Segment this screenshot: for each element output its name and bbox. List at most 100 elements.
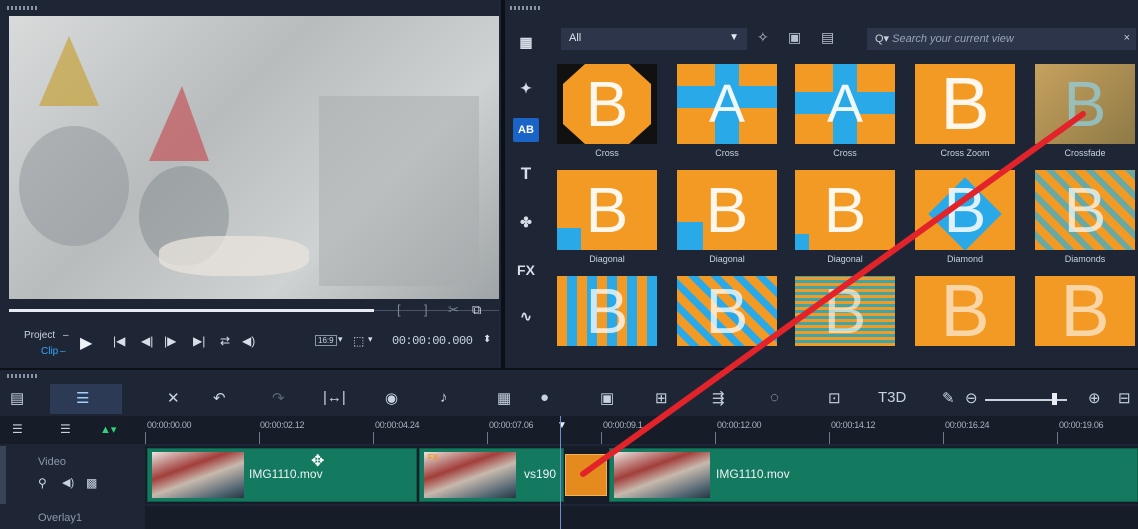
split-clip-icon[interactable]: ✂ [448,302,459,318]
transition-label: Diamonds [1064,254,1106,264]
zoom-out-icon[interactable]: ⊖ [965,389,978,407]
timecode-display[interactable]: 00:00:00.000 [392,334,473,348]
pan-zoom-icon[interactable]: ⊡ [828,389,841,407]
video-clip[interactable]: IMG1110.mov ✥ [147,448,417,502]
zoom-slider-knob[interactable] [1052,393,1057,405]
transition-thumbnail[interactable]: B [1035,276,1135,346]
instant-project-icon[interactable]: ✦ [513,76,539,100]
ruler-tick-label: 00:00:00.00 [147,420,192,430]
overlay-track-header: Overlay1 [0,506,145,529]
scrub-progress[interactable] [9,309,374,312]
path-icon[interactable]: ∿ [513,304,539,328]
transition-label: Crossfade [1064,148,1106,158]
mask-creator-icon[interactable]: ◌ [770,389,779,406]
apply-random-icon[interactable]: ▣ [788,29,801,46]
clip-thumbnail [614,452,710,498]
video-track[interactable]: IMG1110.mov ✥ FX vs190 IMG1110.mov [145,446,1138,504]
multi-camera-icon[interactable]: ▦ [497,389,511,407]
overlay-track[interactable] [145,506,1138,529]
transition-label: Cross [833,148,857,158]
transition-thumbnail[interactable]: B [677,276,777,346]
project-mode-label[interactable]: Project [24,330,55,341]
mark-in-icon[interactable]: [ [397,302,401,317]
filter-icon[interactable]: FX [513,258,539,282]
clip-name: vs190 [524,467,557,481]
transition-thumbnail[interactable]: B [1035,64,1135,144]
transition-thumbnail[interactable]: B [677,170,777,250]
transition-thumbnail[interactable]: B [915,276,1015,346]
enlarge-preview-icon[interactable]: ⧉ [472,302,481,318]
transition-thumbnail[interactable]: A [677,64,777,144]
panel-grip[interactable] [7,374,37,378]
track-manager-icon[interactable]: ☰ [12,422,23,436]
aspect-ratio-button[interactable]: 16:9 [315,335,337,346]
transition-thumbnail[interactable]: B [1035,170,1135,250]
go-to-start-icon[interactable]: |◀ [113,334,125,348]
3d-title-icon[interactable]: T3D [878,389,906,406]
mute-icon[interactable]: ◀) [62,476,74,489]
transition-thumbnail[interactable]: B [557,276,657,346]
next-frame-icon[interactable]: |▶ [164,334,176,348]
transition-thumbnail[interactable]: B [795,276,895,346]
clip-thumbnail [152,452,244,498]
aspect-dropdown-icon[interactable]: ▾ [338,334,343,345]
add-to-favorites-icon[interactable]: ✧ [757,29,769,46]
video-clip[interactable]: IMG1110.mov [609,448,1138,502]
transition-thumbnail[interactable]: B [915,170,1015,250]
transition-thumbnail[interactable]: A [795,64,895,144]
timeline-view-icon[interactable]: ☰ [76,389,89,407]
title-icon[interactable]: T [513,162,539,186]
split-screen-icon[interactable]: ⊞ [655,389,668,407]
add-marker-icon[interactable]: ▲▾ [100,423,116,436]
timeline-ruler[interactable]: ☰ ☰ ▲▾ 00:00:00.00 00:00:02.12 00:00:04.… [0,416,1138,444]
transition-thumbnail[interactable]: B [915,64,1015,144]
toolbar-tools-icon[interactable]: ✕ [167,389,180,407]
crop-tool-icon[interactable]: ⬚ [353,334,364,348]
transition-thumbnail[interactable]: B [557,64,657,144]
record-capture-icon[interactable]: ◉ [385,389,398,407]
timecode-stepper-icon[interactable]: ⬍ [483,334,491,345]
sound-mixer-icon[interactable]: ♪ [440,389,448,406]
transition-thumbnail[interactable]: B [795,170,895,250]
media-icon[interactable]: ▦ [513,30,539,54]
crop-dropdown-icon[interactable]: ▾ [368,334,373,345]
mark-out-icon[interactable]: ] [424,302,428,317]
repeat-icon[interactable]: ⇄ [220,334,230,348]
search-input[interactable]: Q▾ Search your current view × [867,28,1136,50]
video-preview[interactable] [9,16,499,299]
clip-dash-icon: – [60,346,66,357]
fit-project-icon[interactable]: ⊟ [1118,389,1131,407]
clip-mode-label[interactable]: Clip [41,346,58,357]
panel-grip[interactable] [510,6,540,10]
move-cursor-icon: ✥ [311,453,325,470]
redo-icon[interactable]: ↷ [272,389,285,407]
library-filter-dropdown[interactable]: All ▼ [561,28,747,50]
transition-icon[interactable]: AB [513,118,539,142]
graphics-icon[interactable]: ✤ [513,210,539,234]
transition-label: Diagonal [827,254,863,264]
motion-tracking-icon[interactable]: ● [540,389,549,406]
ruler-ticks: 00:00:00.00 00:00:02.12 00:00:04.24 00:0… [145,416,1138,444]
go-to-end-icon[interactable]: ▶| [193,334,205,348]
panel-grip[interactable] [7,6,37,10]
video-clip[interactable]: FX vs190 [419,448,564,502]
playhead-marker[interactable]: ▼ [557,420,567,431]
time-remapping-icon[interactable]: ⇶ [712,389,725,407]
volume-icon[interactable]: ◀) [242,334,255,348]
previous-frame-icon[interactable]: ◀| [141,334,153,348]
storyboard-view-icon[interactable]: ▤ [10,389,24,407]
link-icon[interactable]: ⚲ [38,476,47,490]
painting-creator-icon[interactable]: ✎ [942,389,955,407]
transition-clip[interactable] [565,454,607,496]
apply-current-icon[interactable]: ▤ [821,29,834,46]
transition-thumbnail[interactable]: B [557,170,657,250]
close-icon[interactable]: × [1124,32,1130,44]
video-track-label: Video [38,456,66,468]
chapter-marker-icon[interactable]: ☰ [60,422,71,436]
undo-icon[interactable]: ↶ [213,389,226,407]
subtitle-editor-icon[interactable]: ▣ [600,389,614,407]
ripple-edit-icon[interactable]: ▩ [86,476,97,490]
fit-to-window-icon[interactable]: |↔| [323,389,346,406]
play-icon[interactable]: ▶ [80,333,92,353]
zoom-in-icon[interactable]: ⊕ [1088,389,1101,407]
